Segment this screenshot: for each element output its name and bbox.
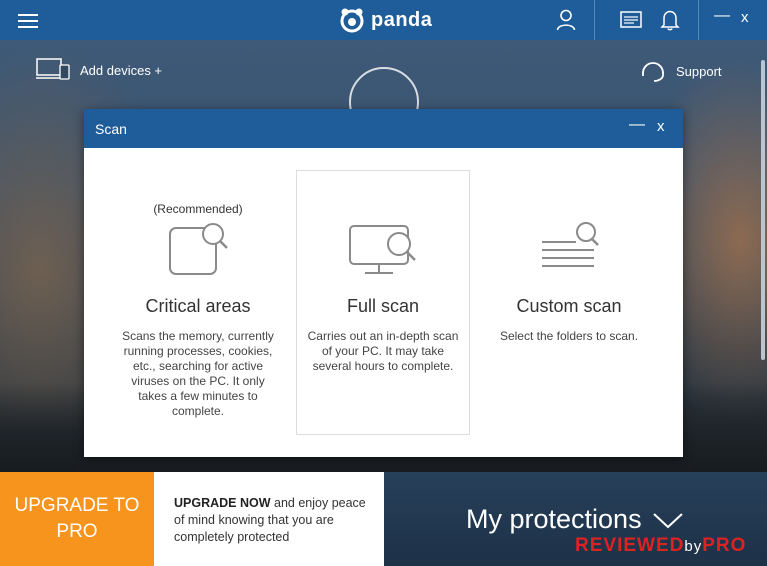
recommended-label <box>483 202 655 218</box>
support-label: Support <box>676 64 722 79</box>
my-protections-button[interactable]: My protections <box>466 504 642 535</box>
bell-icon[interactable] <box>645 0 695 40</box>
option-description: Carries out an in-depth scan of your PC.… <box>307 329 459 373</box>
panda-logo-icon <box>339 7 365 33</box>
upgrade-to-pro-button[interactable]: UPGRADE TO PRO <box>0 472 154 566</box>
full-scan-icon <box>297 218 469 282</box>
dialog-close-button[interactable]: x <box>657 118 665 135</box>
upgrade-pro-line2: PRO <box>56 521 98 542</box>
window-minimize-button[interactable]: — <box>714 7 730 25</box>
option-description: Select the folders to scan. <box>499 329 639 343</box>
devices-icon <box>36 58 70 83</box>
scan-option-critical-areas[interactable]: (Recommended) Critical areas Scans the m… <box>111 170 285 435</box>
option-name: Full scan <box>346 296 420 316</box>
user-icon[interactable] <box>541 0 591 40</box>
scan-option-custom-scan[interactable]: Custom scan Select the folders to scan. <box>482 170 656 435</box>
scan-dialog: Scan — x (Recommended) Critical areas Sc… <box>84 109 683 457</box>
logo-text: panda <box>371 8 433 31</box>
critical-areas-icon <box>112 218 284 282</box>
upgrade-now-text: UPGRADE NOW <box>174 496 271 510</box>
watermark: REVIEWEDbyPRO <box>575 535 747 556</box>
scan-option-full-scan[interactable]: Full scan Carries out an in-depth scan o… <box>296 170 470 435</box>
menu-icon[interactable] <box>18 11 38 29</box>
custom-scan-icon <box>483 218 655 282</box>
scrollbar[interactable] <box>759 40 767 370</box>
option-name: Critical areas <box>145 296 251 316</box>
dialog-minimize-button[interactable]: — <box>629 116 645 134</box>
option-name: Custom scan <box>516 296 622 316</box>
recommended-label: (Recommended) <box>153 202 243 216</box>
upgrade-message: UPGRADE NOW and enjoy peace of mind know… <box>154 472 384 566</box>
dialog-title: Scan <box>95 121 127 137</box>
support-button[interactable]: Support <box>640 57 722 86</box>
dialog-titlebar: Scan — x <box>84 109 683 148</box>
recommended-label <box>297 202 469 218</box>
add-devices-label: Add devices + <box>80 63 163 78</box>
window-close-button[interactable]: x <box>741 9 749 26</box>
top-bar: panda — x <box>0 0 767 40</box>
panda-logo: panda <box>339 6 432 34</box>
upgrade-pro-line1: UPGRADE TO <box>14 495 140 516</box>
add-devices-button[interactable]: Add devices + <box>36 58 162 83</box>
option-description: Scans the memory, currently running proc… <box>122 329 274 418</box>
chevron-down-icon[interactable] <box>652 512 684 535</box>
headset-icon <box>640 57 666 86</box>
